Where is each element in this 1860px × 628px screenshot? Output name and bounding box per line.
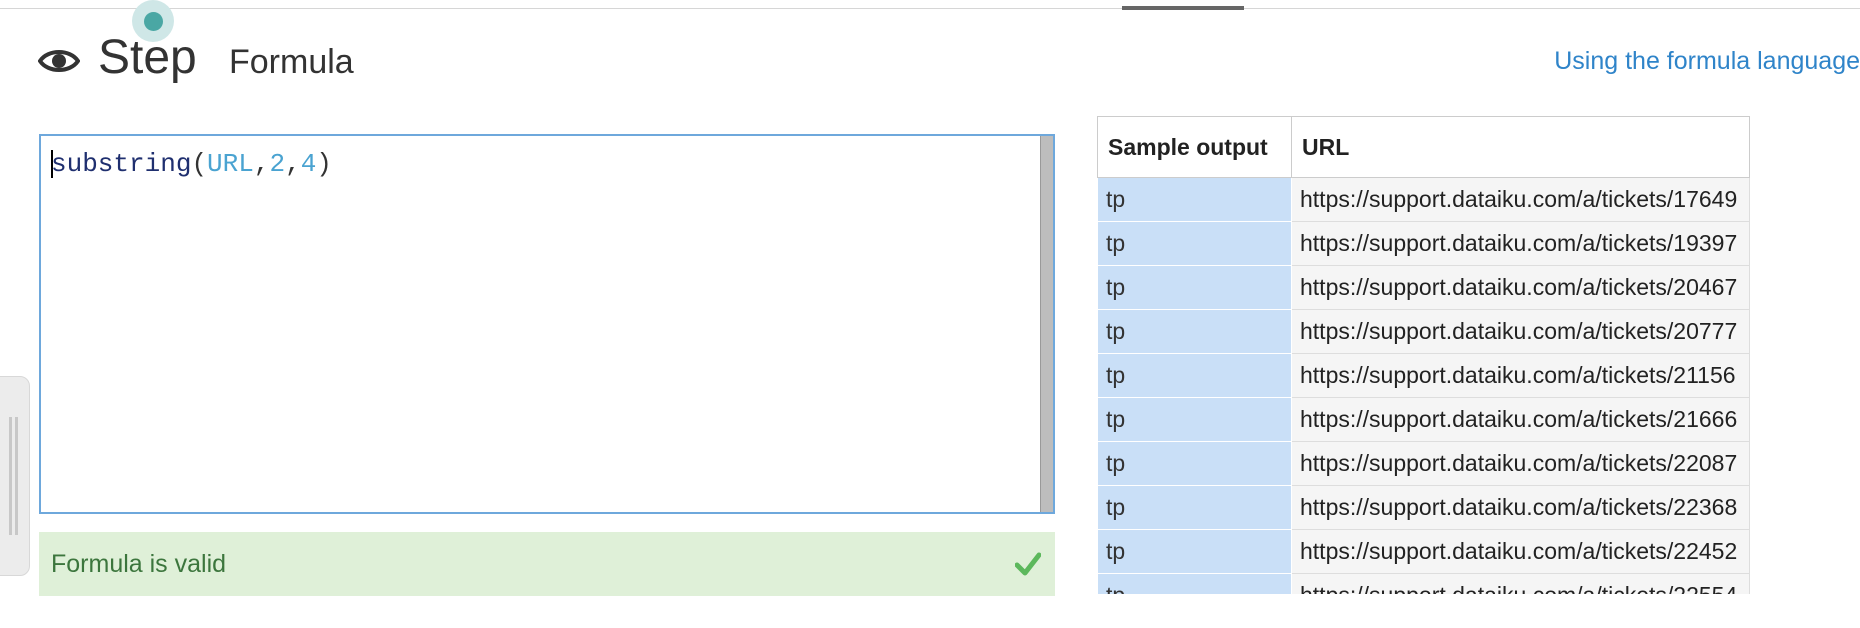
table-row: tphttps://support.dataiku.com/a/tickets/…	[1097, 265, 1750, 310]
url-cell: https://support.dataiku.com/a/tickets/17…	[1291, 177, 1750, 222]
sample-output-cell: tp	[1097, 221, 1292, 266]
table-row: tphttps://support.dataiku.com/a/tickets/…	[1097, 309, 1750, 354]
table-row: tphttps://support.dataiku.com/a/tickets/…	[1097, 485, 1750, 530]
sample-output-cell: tp	[1097, 529, 1292, 574]
table-row: tphttps://support.dataiku.com/a/tickets/…	[1097, 221, 1750, 266]
formula-arg-start: 2	[269, 149, 286, 179]
sample-output-cell: tp	[1097, 353, 1292, 398]
active-tab-indicator	[1122, 6, 1244, 10]
url-cell: https://support.dataiku.com/a/tickets/22…	[1291, 529, 1750, 574]
eye-icon[interactable]	[38, 45, 80, 77]
sample-output-cell: tp	[1097, 441, 1292, 486]
editor-scrollbar[interactable]	[1040, 136, 1053, 512]
validation-banner: Formula is valid	[39, 532, 1055, 596]
url-cell: https://support.dataiku.com/a/tickets/21…	[1291, 397, 1750, 442]
table-header-row: Sample output URL	[1097, 116, 1750, 178]
check-icon	[1015, 552, 1041, 576]
table-row: tphttps://support.dataiku.com/a/tickets/…	[1097, 397, 1750, 442]
panel-drag-handle[interactable]	[0, 376, 30, 576]
formula-paren-close: )	[316, 149, 332, 179]
column-header-sample-output[interactable]: Sample output	[1097, 116, 1292, 178]
formula-separator: ,	[253, 149, 270, 179]
table-row: tphttps://support.dataiku.com/a/tickets/…	[1097, 573, 1750, 594]
sample-output-cell: tp	[1097, 397, 1292, 442]
url-cell: https://support.dataiku.com/a/tickets/20…	[1291, 265, 1750, 310]
column-header-url[interactable]: URL	[1291, 116, 1750, 178]
sample-output-cell: tp	[1097, 177, 1292, 222]
formula-code-line: substring(URL,2,4)	[51, 148, 332, 180]
formula-arg-column: URL	[207, 149, 254, 179]
formula-function-token: substring	[51, 149, 192, 179]
url-cell: https://support.dataiku.com/a/tickets/22…	[1291, 573, 1750, 594]
sample-output-cell: tp	[1097, 485, 1292, 530]
table-row: tphttps://support.dataiku.com/a/tickets/…	[1097, 353, 1750, 398]
sample-output-cell: tp	[1097, 309, 1292, 354]
table-row: tphttps://support.dataiku.com/a/tickets/…	[1097, 529, 1750, 574]
url-cell: https://support.dataiku.com/a/tickets/19…	[1291, 221, 1750, 266]
table-row: tphttps://support.dataiku.com/a/tickets/…	[1097, 177, 1750, 222]
validation-message: Formula is valid	[51, 550, 227, 578]
url-cell: https://support.dataiku.com/a/tickets/20…	[1291, 309, 1750, 354]
url-cell: https://support.dataiku.com/a/tickets/22…	[1291, 485, 1750, 530]
step-title: Step	[98, 31, 197, 84]
formula-arg-end: 4	[300, 149, 317, 179]
formula-help-link[interactable]: Using the formula language	[1554, 44, 1860, 78]
formula-separator: ,	[285, 149, 301, 179]
top-divider	[0, 8, 1860, 9]
formula-editor[interactable]: substring(URL,2,4)	[39, 134, 1055, 514]
table-row: tphttps://support.dataiku.com/a/tickets/…	[1097, 441, 1750, 486]
sample-output-cell: tp	[1097, 573, 1292, 594]
url-cell: https://support.dataiku.com/a/tickets/21…	[1291, 353, 1750, 398]
sample-output-cell: tp	[1097, 265, 1292, 310]
sample-output-table[interactable]: Sample output URL tp https://support.data…	[1097, 116, 1750, 594]
step-name: Formula	[229, 43, 354, 81]
url-cell: https://support.dataiku.com/a/tickets/22…	[1291, 441, 1750, 486]
formula-paren-open: (	[191, 149, 208, 179]
